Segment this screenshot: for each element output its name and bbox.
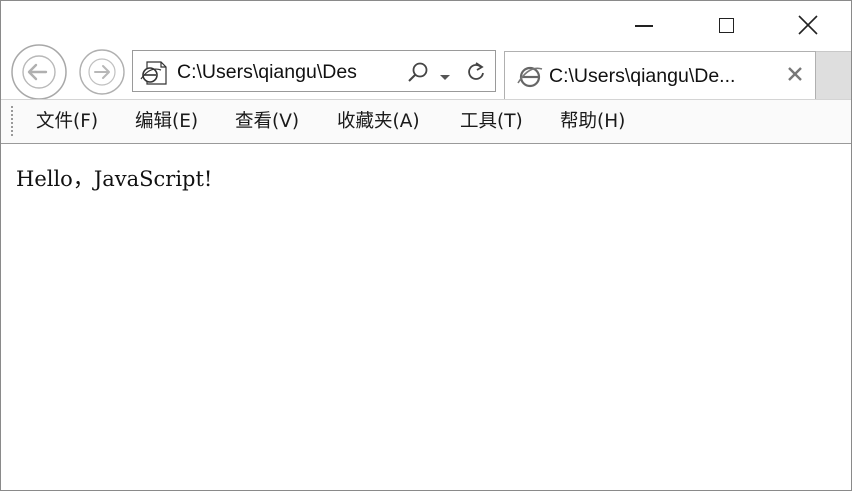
menu-bar: 文件(F) 编辑(E) 查看(V) 收藏夹(A) 工具(T) 帮助(H) (1, 99, 851, 144)
new-tab-button[interactable] (816, 51, 851, 99)
minimize-button[interactable] (621, 7, 667, 43)
close-icon (798, 15, 818, 35)
menu-item-view[interactable]: 查看(V) (235, 109, 299, 135)
menu-item-file[interactable]: 文件(F) (36, 109, 98, 135)
dropdown-icon[interactable] (439, 67, 451, 86)
refresh-icon[interactable] (465, 61, 487, 87)
page-text: Hello，JavaScript! (16, 167, 213, 191)
address-bar[interactable]: C:\Users\qiangu\Des (132, 50, 496, 92)
tab-active[interactable]: C:\Users\qiangu\De... (504, 51, 816, 99)
toolbar-grip[interactable] (11, 106, 13, 138)
address-url[interactable]: C:\Users\qiangu\Des (177, 60, 399, 84)
ie-page-icon (139, 60, 169, 90)
ie-logo-icon (516, 63, 544, 93)
page-content: Hello，JavaScript! (1, 144, 851, 490)
menu-item-help[interactable]: 帮助(H) (560, 109, 625, 135)
minimize-icon (635, 25, 653, 27)
back-button[interactable] (5, 43, 73, 105)
search-icon[interactable] (407, 61, 429, 87)
forward-button[interactable] (78, 48, 126, 100)
close-window-button[interactable] (785, 7, 831, 43)
tab-title: C:\Users\qiangu\De... (549, 65, 736, 87)
menu-item-tools[interactable]: 工具(T) (460, 109, 523, 135)
browser-window: C:\Users\qiangu\Des C:\Users\qiangu\De..… (0, 0, 852, 491)
menu-item-favorites[interactable]: 收藏夹(A) (337, 109, 420, 135)
back-arrow-icon (11, 44, 67, 100)
forward-arrow-icon (79, 49, 125, 95)
maximize-icon (718, 17, 734, 33)
maximize-button[interactable] (703, 7, 749, 43)
menu-item-edit[interactable]: 编辑(E) (135, 109, 198, 135)
tab-close-icon[interactable] (787, 66, 803, 86)
